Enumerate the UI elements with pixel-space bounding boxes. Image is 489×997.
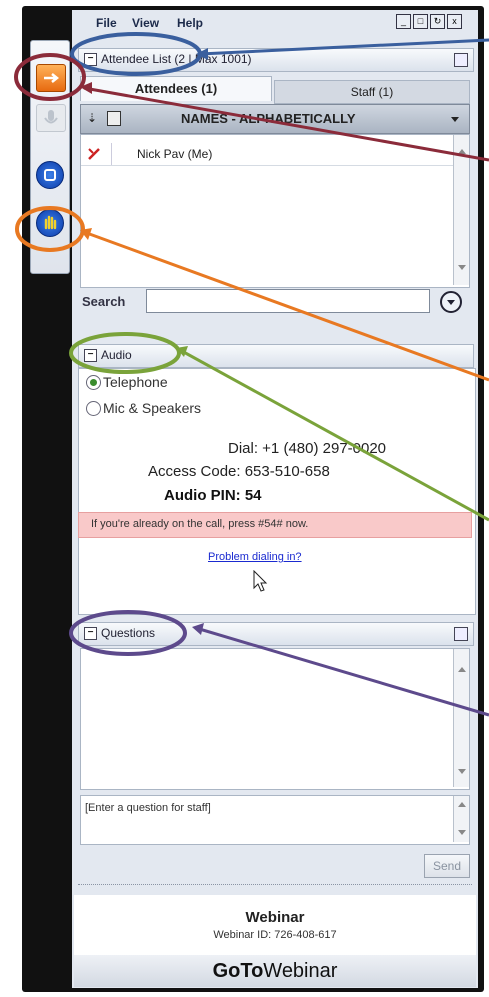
send-button[interactable]: Send bbox=[424, 854, 470, 878]
column-header: ⇣ NAMES - ALPHABETICALLY bbox=[80, 104, 470, 134]
menu-help[interactable]: Help bbox=[177, 16, 203, 30]
screen-icon[interactable] bbox=[107, 111, 121, 126]
notice-text: If you're already on the call, press #54… bbox=[91, 518, 309, 530]
collapse-toggle[interactable]: − bbox=[84, 349, 97, 362]
attendee-panel-header: − Attendee List (2 | Max 1001) bbox=[78, 48, 474, 72]
arrow-right-icon[interactable] bbox=[36, 64, 66, 92]
mic-speakers-label[interactable]: Mic & Speakers bbox=[103, 400, 201, 416]
notice-banner: If you're already on the call, press #54… bbox=[78, 512, 472, 538]
maximize-button[interactable]: □ bbox=[413, 14, 428, 29]
cursor-icon bbox=[253, 570, 268, 592]
dial-number: Dial: +1 (480) 297-0020 bbox=[228, 440, 387, 457]
questions-scrollbar[interactable] bbox=[453, 649, 469, 787]
control-toolbar bbox=[30, 40, 70, 274]
search-options-icon[interactable] bbox=[440, 291, 462, 313]
mic-speakers-radio[interactable] bbox=[86, 401, 101, 416]
attendee-name: Nick Pav (Me) bbox=[137, 147, 213, 161]
divider bbox=[78, 884, 472, 887]
brand-logo: GoToWebinar bbox=[74, 955, 476, 987]
names-column-label[interactable]: NAMES - ALPHABETICALLY bbox=[181, 111, 356, 126]
webinar-info: Webinar Webinar ID: 726-408-617 bbox=[74, 895, 476, 955]
raise-hand-icon[interactable] bbox=[36, 209, 64, 237]
audio-pin: Audio PIN: 54 bbox=[164, 487, 262, 504]
brand-light: Webinar bbox=[263, 960, 338, 982]
square-icon[interactable] bbox=[36, 161, 64, 189]
minimize-button[interactable]: _ bbox=[396, 14, 411, 29]
tab-staff[interactable]: Staff (1) bbox=[274, 80, 470, 104]
audio-panel-header: − Audio bbox=[78, 344, 474, 368]
menu-file[interactable]: File bbox=[96, 16, 117, 30]
access-code: Access Code: 653-510-658 bbox=[148, 463, 330, 480]
close-button[interactable]: x bbox=[447, 14, 462, 29]
sort-icon[interactable]: ⇣ bbox=[87, 111, 97, 125]
audio-panel-title: Audio bbox=[101, 348, 132, 362]
menu-view[interactable]: View bbox=[132, 16, 159, 30]
popout-icon[interactable] bbox=[454, 53, 468, 67]
list-scrollbar[interactable] bbox=[453, 135, 469, 285]
search-label: Search bbox=[82, 294, 126, 309]
input-scrollbar[interactable] bbox=[453, 796, 469, 842]
questions-panel-title: Questions bbox=[101, 626, 156, 640]
mic-muted-icon bbox=[88, 148, 100, 160]
collapse-toggle[interactable]: − bbox=[84, 53, 97, 66]
webinar-title: Webinar bbox=[245, 909, 305, 926]
question-input[interactable]: [Enter a question for staff] bbox=[80, 795, 470, 845]
webinar-id: Webinar ID: 726-408-617 bbox=[213, 929, 337, 941]
brand-bold: GoTo bbox=[212, 960, 264, 982]
refresh-button[interactable]: ↻ bbox=[430, 14, 445, 29]
list-item[interactable]: Nick Pav (Me) bbox=[81, 143, 453, 166]
microphone-icon[interactable] bbox=[36, 104, 66, 132]
attendee-list: Nick Pav (Me) bbox=[80, 134, 470, 288]
problem-dialing-link[interactable]: Problem dialing in? bbox=[208, 551, 302, 563]
tab-attendees[interactable]: Attendees (1) bbox=[80, 76, 272, 101]
questions-panel-header: − Questions bbox=[78, 622, 474, 646]
telephone-label[interactable]: Telephone bbox=[103, 374, 168, 390]
dropdown-icon[interactable] bbox=[451, 117, 459, 122]
collapse-toggle[interactable]: − bbox=[84, 627, 97, 640]
telephone-radio[interactable] bbox=[86, 375, 101, 390]
attendee-panel-title: Attendee List (2 | Max 1001) bbox=[101, 52, 252, 66]
questions-log bbox=[80, 648, 470, 790]
question-placeholder: [Enter a question for staff] bbox=[85, 802, 211, 814]
popout-icon[interactable] bbox=[454, 627, 468, 641]
search-input[interactable] bbox=[146, 289, 430, 313]
